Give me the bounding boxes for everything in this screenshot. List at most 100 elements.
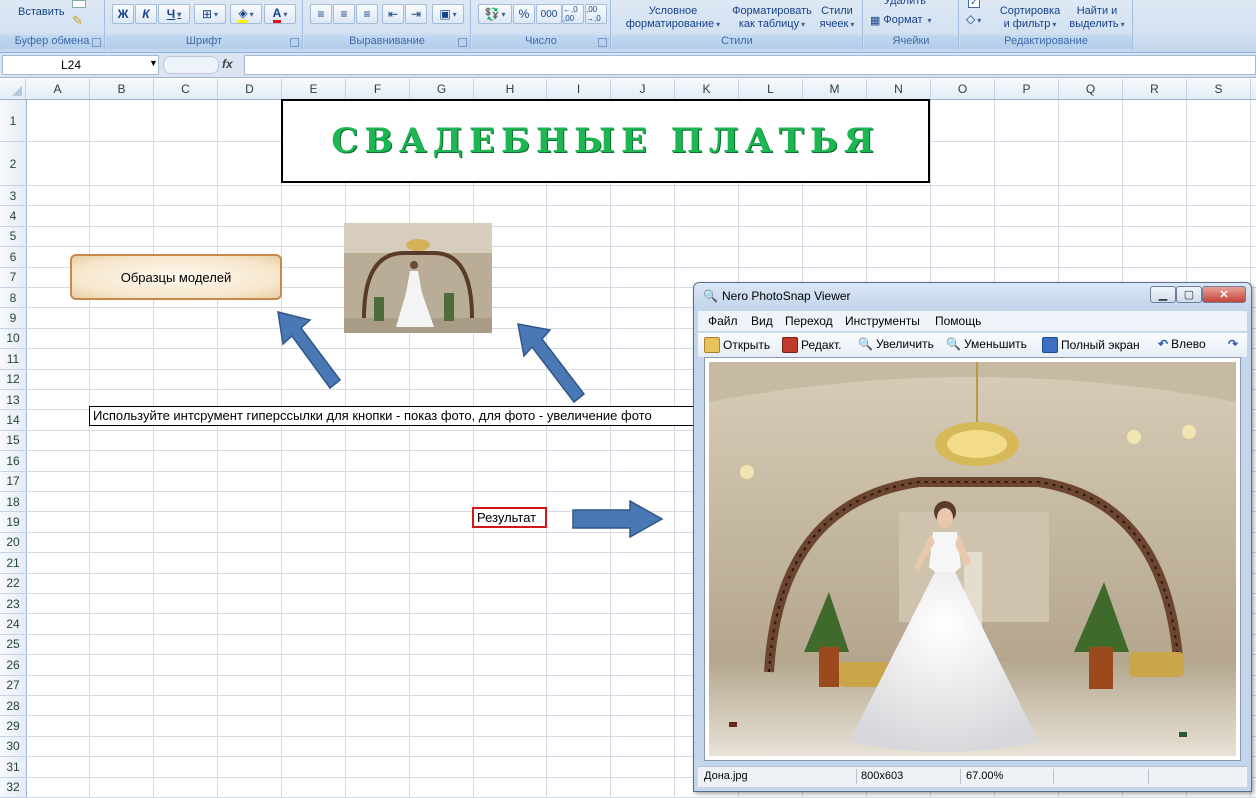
menu-file[interactable]: Файл bbox=[708, 314, 738, 328]
increase-decimal-button[interactable]: ←,0 ,00 bbox=[562, 4, 584, 24]
column-header-o[interactable]: O bbox=[931, 79, 995, 99]
font-launcher-icon[interactable] bbox=[290, 38, 299, 47]
row-header-32[interactable]: 32 bbox=[0, 778, 26, 798]
row-header-30[interactable]: 30 bbox=[0, 737, 26, 758]
column-header-l[interactable]: L bbox=[739, 79, 803, 99]
maximize-button[interactable]: ▢ bbox=[1176, 286, 1202, 303]
find-select-button[interactable]: Найти и выделить ▾ bbox=[1066, 5, 1128, 31]
column-header-m[interactable]: M bbox=[803, 79, 867, 99]
formula-bar-handle[interactable] bbox=[163, 56, 219, 74]
format-as-table-button[interactable]: Форматировать как таблицу ▾ bbox=[730, 5, 814, 33]
column-header-p[interactable]: P bbox=[995, 79, 1059, 99]
format-cells-button[interactable]: ▦ Формат ▾ bbox=[870, 14, 932, 27]
formula-input[interactable] bbox=[244, 55, 1256, 75]
row-header-31[interactable]: 31 bbox=[0, 757, 26, 778]
increase-indent-button[interactable]: ⇥ bbox=[405, 4, 427, 24]
row-header-20[interactable]: 20 bbox=[0, 533, 26, 554]
row-header-1[interactable]: 1 bbox=[0, 100, 26, 142]
copy-icon[interactable] bbox=[72, 0, 86, 8]
align-left-button[interactable]: ≡ bbox=[310, 4, 332, 24]
row-header-17[interactable]: 17 bbox=[0, 472, 26, 492]
row-header-2[interactable]: 2 bbox=[0, 142, 26, 186]
row-header-10[interactable]: 10 bbox=[0, 329, 26, 350]
menu-view[interactable]: Вид bbox=[751, 314, 773, 328]
fill-icon[interactable]: ✓ bbox=[968, 0, 980, 8]
merge-cells-button[interactable]: ▣ ▾ bbox=[432, 4, 464, 24]
paste-button[interactable]: Вставить bbox=[18, 6, 65, 19]
zoom-out-button[interactable]: 🔍 Уменьшить bbox=[946, 337, 1027, 351]
column-header-q[interactable]: Q bbox=[1059, 79, 1123, 99]
row-header-28[interactable]: 28 bbox=[0, 696, 26, 717]
row-header-11[interactable]: 11 bbox=[0, 349, 26, 370]
cell-styles-button[interactable]: Стили ячеек ▾ bbox=[816, 5, 858, 33]
column-header-c[interactable]: C bbox=[154, 79, 218, 99]
column-header-e[interactable]: E bbox=[282, 79, 346, 99]
rotate-right-button[interactable]: ↷ bbox=[1228, 337, 1238, 351]
decrease-indent-button[interactable]: ⇤ bbox=[382, 4, 404, 24]
row-header-9[interactable]: 9 bbox=[0, 308, 26, 329]
row-header-21[interactable]: 21 bbox=[0, 553, 26, 574]
dress-thumbnail-image[interactable] bbox=[344, 223, 492, 333]
row-header-16[interactable]: 16 bbox=[0, 451, 26, 472]
column-header-h[interactable]: H bbox=[474, 79, 547, 99]
fullscreen-button[interactable]: Полный экран bbox=[1042, 337, 1140, 353]
fill-color-button[interactable]: ◈ ▾ bbox=[230, 4, 262, 24]
select-all-button[interactable] bbox=[0, 79, 26, 99]
thousands-separator-button[interactable]: 000 bbox=[536, 4, 562, 24]
row-header-18[interactable]: 18 bbox=[0, 492, 26, 513]
conditional-formatting-button[interactable]: Условное форматирование ▾ bbox=[618, 5, 728, 33]
close-button[interactable]: ✕ bbox=[1202, 286, 1246, 303]
name-box[interactable]: L24 ▼ bbox=[2, 55, 159, 75]
clear-icon[interactable]: ◇ ▾ bbox=[966, 12, 981, 26]
open-button[interactable]: Открыть bbox=[704, 337, 770, 353]
chevron-down-icon[interactable]: ▼ bbox=[149, 58, 158, 68]
row-header-29[interactable]: 29 bbox=[0, 716, 26, 737]
menu-go[interactable]: Переход bbox=[785, 314, 833, 328]
underline-button[interactable]: Ч ▾ bbox=[158, 4, 190, 24]
zoom-in-button[interactable]: 🔍 Увеличить bbox=[858, 337, 934, 351]
column-header-g[interactable]: G bbox=[410, 79, 474, 99]
decrease-decimal-button[interactable]: ,00 →,0 bbox=[585, 4, 607, 24]
number-launcher-icon[interactable] bbox=[598, 38, 607, 47]
row-header-6[interactable]: 6 bbox=[0, 247, 26, 268]
row-header-27[interactable]: 27 bbox=[0, 676, 26, 696]
align-center-button[interactable]: ≡ bbox=[333, 4, 355, 24]
column-header-f[interactable]: F bbox=[346, 79, 410, 99]
row-header-24[interactable]: 24 bbox=[0, 614, 26, 635]
column-header-s[interactable]: S bbox=[1187, 79, 1251, 99]
rotate-left-button[interactable]: ↶ Влево bbox=[1158, 337, 1206, 351]
row-header-25[interactable]: 25 bbox=[0, 635, 26, 656]
delete-cells-button[interactable]: Удалить bbox=[884, 0, 926, 8]
alignment-launcher-icon[interactable] bbox=[458, 38, 467, 47]
insert-function-icon[interactable]: fx bbox=[222, 57, 233, 71]
column-header-i[interactable]: I bbox=[547, 79, 611, 99]
row-header-26[interactable]: 26 bbox=[0, 655, 26, 676]
row-header-8[interactable]: 8 bbox=[0, 288, 26, 309]
italic-button[interactable]: К bbox=[135, 4, 157, 24]
row-header-12[interactable]: 12 bbox=[0, 370, 26, 390]
currency-format-button[interactable]: 💱 ▾ bbox=[478, 4, 512, 24]
row-header-7[interactable]: 7 bbox=[0, 268, 26, 288]
edit-button[interactable]: Редакт. bbox=[782, 337, 841, 353]
bold-button[interactable]: Ж bbox=[112, 4, 134, 24]
percent-button[interactable]: % bbox=[513, 4, 535, 24]
borders-button[interactable]: ⊞ ▾ bbox=[194, 4, 226, 24]
column-header-r[interactable]: R bbox=[1123, 79, 1187, 99]
row-header-3[interactable]: 3 bbox=[0, 186, 26, 207]
row-header-23[interactable]: 23 bbox=[0, 594, 26, 615]
row-header-14[interactable]: 14 bbox=[0, 410, 26, 431]
format-painter-icon[interactable]: ✎ bbox=[72, 13, 83, 29]
column-header-d[interactable]: D bbox=[218, 79, 282, 99]
menu-tools[interactable]: Инструменты bbox=[845, 314, 920, 328]
row-header-22[interactable]: 22 bbox=[0, 574, 26, 594]
sort-filter-button[interactable]: Сортировка и фильтр ▾ bbox=[996, 5, 1064, 31]
column-header-n[interactable]: N bbox=[867, 79, 931, 99]
row-header-15[interactable]: 15 bbox=[0, 431, 26, 452]
clipboard-launcher-icon[interactable] bbox=[92, 38, 101, 47]
row-header-13[interactable]: 13 bbox=[0, 390, 26, 411]
row-header-4[interactable]: 4 bbox=[0, 206, 26, 227]
models-hyperlink-button[interactable]: Образцы моделей bbox=[70, 254, 282, 300]
column-header-j[interactable]: J bbox=[611, 79, 675, 99]
align-right-button[interactable]: ≡ bbox=[356, 4, 378, 24]
column-header-a[interactable]: A bbox=[26, 79, 90, 99]
